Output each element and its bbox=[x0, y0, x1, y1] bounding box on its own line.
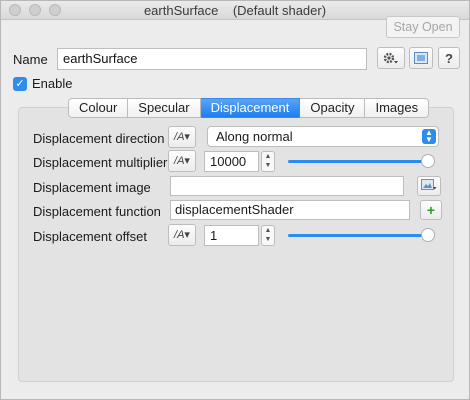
tab-colour[interactable]: Colour bbox=[68, 98, 129, 118]
offset-animate-button[interactable]: /A▾ bbox=[168, 224, 196, 246]
displacement-image-label: Displacement image bbox=[33, 180, 151, 195]
displacement-direction-select[interactable]: Along normal ▲ ▼ bbox=[207, 126, 439, 147]
animate-icon: /A▾ bbox=[174, 229, 190, 241]
multiplier-input[interactable]: 10000 bbox=[204, 151, 259, 172]
direction-animate-button[interactable]: /A▾ bbox=[168, 126, 196, 148]
direction-select-value: Along normal bbox=[216, 129, 293, 144]
tab-displacement[interactable]: Displacement bbox=[200, 98, 301, 118]
displacement-function-label: Displacement function bbox=[33, 204, 161, 219]
tab-images[interactable]: Images bbox=[365, 98, 430, 118]
tab-opacity[interactable]: Opacity bbox=[300, 98, 366, 118]
preview-icon bbox=[414, 52, 428, 64]
enable-checkbox-row[interactable]: ✓ Enable bbox=[13, 76, 72, 91]
enable-checkbox[interactable]: ✓ bbox=[13, 76, 27, 91]
stay-open-button[interactable]: Stay Open bbox=[386, 16, 460, 38]
help-icon: ? bbox=[445, 50, 453, 66]
browse-image-button[interactable] bbox=[417, 176, 441, 196]
offset-slider-track bbox=[288, 234, 428, 237]
shader-editor-window: earthSurface (Default shader) Stay Open … bbox=[0, 0, 470, 400]
animate-icon: /A▾ bbox=[174, 155, 190, 167]
add-function-button[interactable]: + bbox=[420, 200, 442, 220]
displacement-image-field[interactable] bbox=[170, 176, 404, 196]
displacement-multiplier-label: Displacement multiplier bbox=[33, 155, 168, 170]
gear-icon bbox=[383, 52, 398, 64]
multiplier-slider-knob[interactable] bbox=[421, 154, 435, 168]
chevron-updown-icon: ▲ ▼ bbox=[422, 129, 436, 144]
displacement-function-field[interactable]: displacementShader bbox=[170, 200, 410, 220]
plus-icon: + bbox=[426, 202, 436, 218]
enable-label: Enable bbox=[32, 76, 73, 91]
preview-button[interactable] bbox=[409, 47, 433, 69]
multiplier-animate-button[interactable]: /A▾ bbox=[168, 150, 196, 172]
displacement-direction-label: Displacement direction bbox=[33, 131, 165, 146]
offset-input[interactable]: 1 bbox=[204, 225, 259, 246]
multiplier-slider[interactable] bbox=[288, 154, 435, 168]
offset-stepper[interactable]: ▲ ▼ bbox=[261, 225, 275, 246]
gear-menu-button[interactable] bbox=[377, 47, 405, 69]
multiplier-slider-track bbox=[288, 160, 428, 163]
tab-specular[interactable]: Specular bbox=[128, 98, 201, 118]
image-browse-icon bbox=[421, 179, 437, 190]
animate-icon: /A▾ bbox=[174, 131, 190, 143]
help-button[interactable]: ? bbox=[438, 47, 460, 69]
offset-slider-knob[interactable] bbox=[421, 228, 435, 242]
name-field[interactable]: earthSurface bbox=[57, 48, 367, 70]
multiplier-stepper[interactable]: ▲ ▼ bbox=[261, 151, 275, 172]
name-label: Name bbox=[13, 52, 48, 67]
offset-slider[interactable] bbox=[288, 228, 435, 242]
displacement-offset-label: Displacement offset bbox=[33, 229, 147, 244]
tab-bar: Colour Specular Displacement Opacity Ima… bbox=[68, 98, 430, 118]
